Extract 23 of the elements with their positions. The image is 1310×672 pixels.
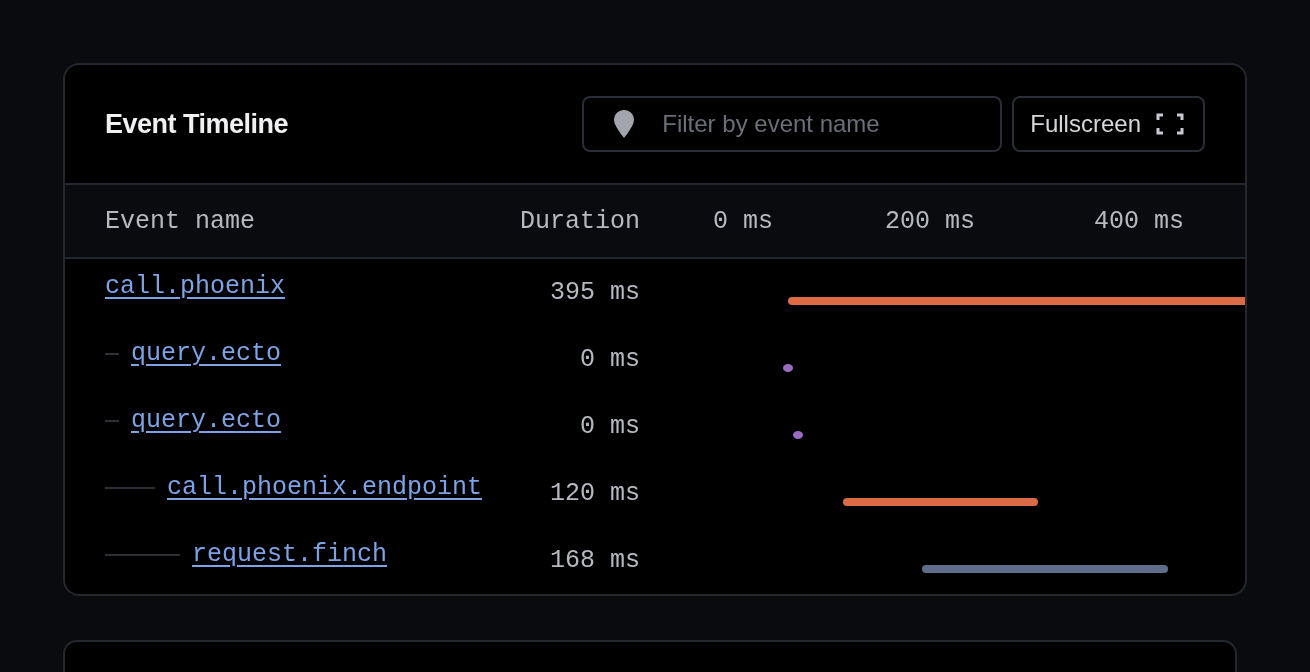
axis-tick-label: 400 ms <box>1094 206 1184 236</box>
tree-connector <box>105 486 155 489</box>
tree-connector <box>105 419 119 422</box>
event-link[interactable]: request.finch <box>192 540 388 569</box>
column-header: Event name <box>105 206 257 236</box>
column-header: Duration <box>518 206 640 236</box>
filter-field[interactable]: Filter by event name <box>582 96 1003 152</box>
duration-cell-text: 0 ms <box>579 412 640 441</box>
axis-tick-label: 200 ms <box>885 206 976 236</box>
event-link[interactable]: call.phoenix.endpoint <box>167 473 483 502</box>
fullscreen-button[interactable]: Fullscreen <box>1012 96 1205 152</box>
fullscreen-icon <box>1155 113 1185 135</box>
axis-tick-label: 0 ms <box>713 206 774 236</box>
duration-cell-text: 120 ms <box>549 479 640 508</box>
event-link[interactable]: query.ecto <box>131 406 282 435</box>
duration-cell-text: 0 ms <box>579 345 640 374</box>
event-link[interactable]: query.ecto <box>131 339 282 368</box>
map-pin-icon <box>613 109 636 139</box>
event-link[interactable]: call.phoenix <box>105 272 286 301</box>
tree-connector <box>105 352 119 355</box>
duration-cell-text: 395 ms <box>549 278 640 307</box>
duration-cell-text: 168 ms <box>549 546 640 575</box>
panel-title: Event Timeline <box>105 108 290 140</box>
